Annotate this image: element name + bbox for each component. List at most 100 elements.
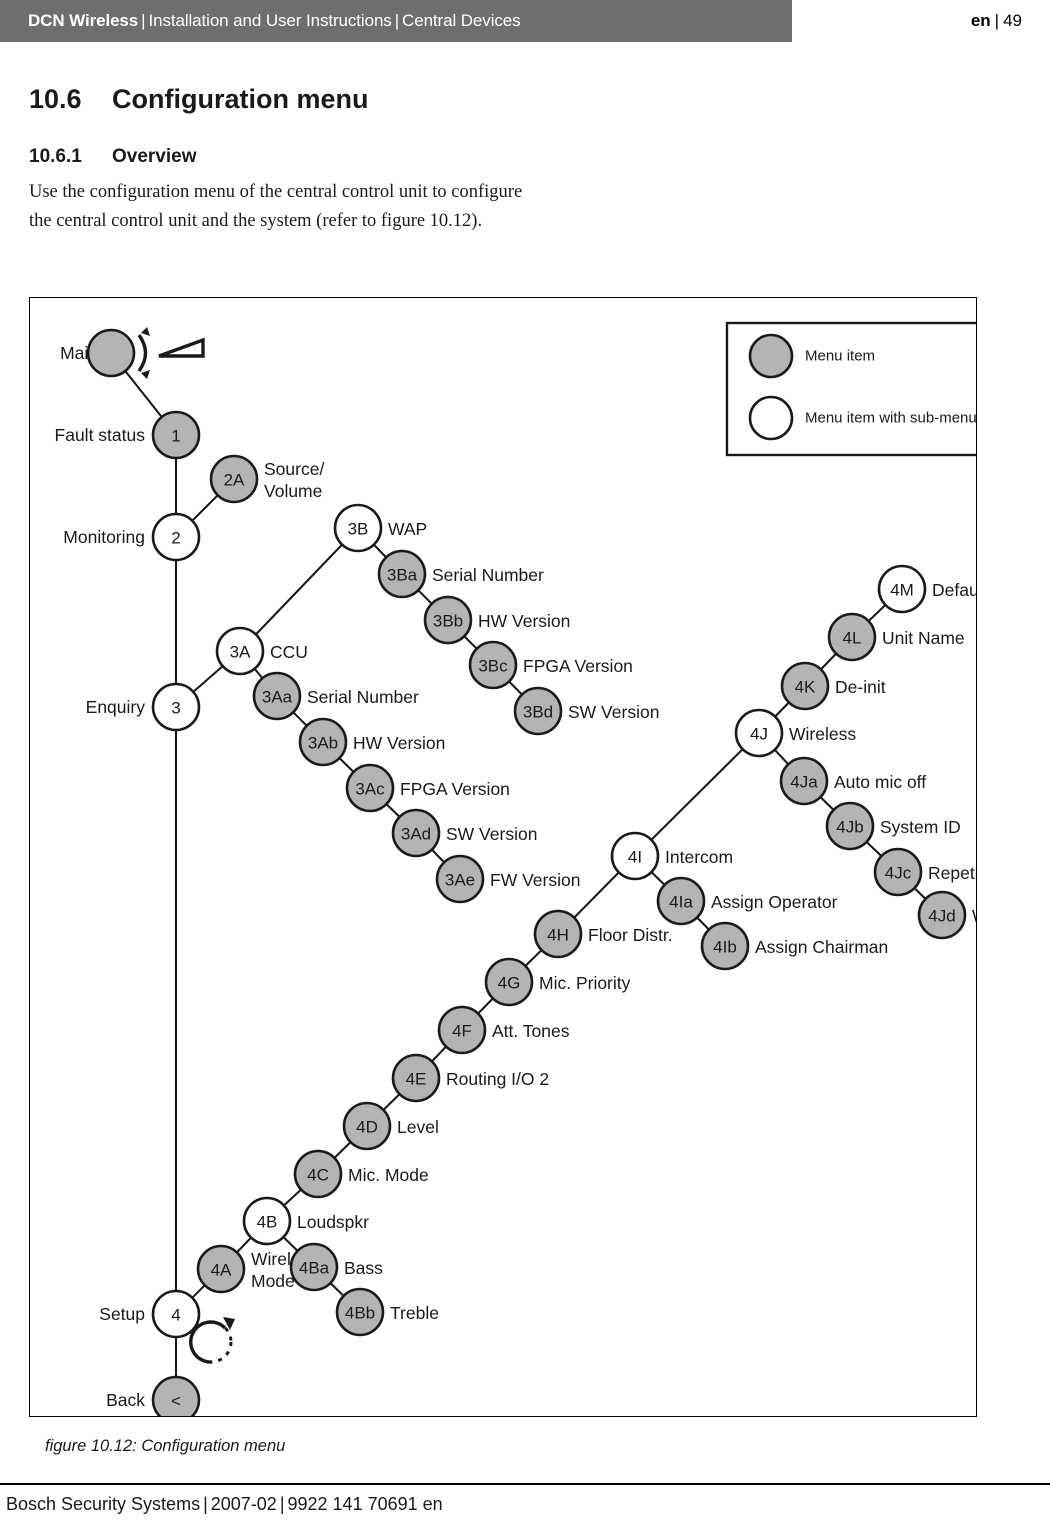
node-id-label: 4 xyxy=(171,1306,180,1325)
menu-node-2a[interactable]: 2A Source/Volume xyxy=(209,454,324,504)
menu-node-4m[interactable]: 4M Defaults xyxy=(877,564,976,614)
column-label-setup: Setup xyxy=(99,1304,145,1324)
header-doc-section: Central Devices xyxy=(402,11,521,30)
rotate-arrowhead-up-icon xyxy=(141,327,150,336)
menu-node-3bd[interactable]: 3Bd SW Version xyxy=(513,686,659,736)
menu-node-4e[interactable]: 4E Routing I/O 2 xyxy=(391,1053,549,1103)
menu-node-main[interactable] xyxy=(86,328,136,378)
node-id-label: 3Bb xyxy=(433,612,463,631)
legend-submenu-item-label: Menu item with sub-menu xyxy=(805,410,976,427)
node-id-label: 2A xyxy=(224,471,245,490)
node-text-label: Floor Distr. xyxy=(588,925,673,945)
column-label-enquiry: Enquiry xyxy=(86,697,146,717)
column-label-back: Back xyxy=(106,1390,145,1410)
node-id-label: 4Ja xyxy=(790,773,818,792)
menu-node-4jd[interactable]: 4Jd WAP xyxy=(917,890,976,940)
node-text-label: FPGA Version xyxy=(400,779,510,799)
node-id-label: 4L xyxy=(843,629,862,648)
menu-node-4jb[interactable]: 4Jb System ID xyxy=(825,801,961,851)
node-id-label: 3Bc xyxy=(478,657,508,676)
node-text-label: Auto mic off xyxy=(834,772,926,792)
menu-node-4l[interactable]: 4L Unit Name xyxy=(827,612,965,662)
menu-node-4h[interactable]: 4H Floor Distr. xyxy=(533,909,673,959)
menu-node-4j[interactable]: 4J Wireless xyxy=(734,708,856,758)
menu-node-4d[interactable]: 4D Level xyxy=(342,1101,439,1151)
node-id-label: 4C xyxy=(307,1166,329,1185)
section-title: Configuration menu xyxy=(112,84,369,114)
node-id-label: 4Jb xyxy=(836,818,863,837)
footer-separator-1: | xyxy=(203,1494,208,1514)
node-id-label: 4E xyxy=(406,1070,427,1089)
page-indicator: en | 49 xyxy=(971,11,1022,31)
menu-node-4ib[interactable]: 4Ib Assign Chairman xyxy=(700,921,888,971)
menu-node-3ae[interactable]: 3Ae FW Version xyxy=(435,854,580,904)
node-text-label: Serial Number xyxy=(307,687,419,707)
menu-node-3bb[interactable]: 3Bb HW Version xyxy=(423,595,570,645)
node-id-label: 4Jd xyxy=(928,907,955,926)
menu-node-1[interactable]: 1 xyxy=(151,410,201,460)
node-text-label: Routing I/O 2 xyxy=(446,1069,549,1089)
node-text-label: Loudspkr xyxy=(297,1212,369,1232)
node-text-label: Mic. Priority xyxy=(539,973,631,993)
menu-node-4g[interactable]: 4G Mic. Priority xyxy=(484,957,631,1007)
node-id-label: 4D xyxy=(356,1118,378,1137)
section-heading: 10.6 Configuration menu xyxy=(29,84,368,115)
menu-node-3ad[interactable]: 3Ad SW Version xyxy=(391,808,537,858)
menu-node-4b[interactable]: 4B Loudspkr xyxy=(242,1196,369,1246)
node-id-label: 3Ae xyxy=(445,871,475,890)
header-separator-1: | xyxy=(141,11,146,30)
node-id-label: 2 xyxy=(171,529,180,548)
diagram-nodes: 122ASource/Volume33A CCU3Aa Serial Number3… xyxy=(86,328,976,1416)
menu-node-4c[interactable]: 4C Mic. Mode xyxy=(293,1149,429,1199)
menu-node-3[interactable]: 3 xyxy=(151,682,201,732)
footer-separator-2: | xyxy=(279,1494,285,1514)
menu-node-3b[interactable]: 3B WAP xyxy=(333,503,427,553)
menu-node-4k[interactable]: 4K De-init xyxy=(780,661,886,711)
node-id-label: 4F xyxy=(452,1022,472,1041)
node-id-label: < xyxy=(171,1392,181,1411)
menu-node-4ja[interactable]: 4Ja Auto mic off xyxy=(779,756,926,806)
node-id-label: 3 xyxy=(171,699,180,718)
menu-node-2[interactable]: 2 xyxy=(151,512,201,562)
node-text-label: HW Version xyxy=(478,611,570,631)
node-id-label: 4B xyxy=(257,1213,278,1232)
menu-node-3bc[interactable]: 3Bc FPGA Version xyxy=(468,640,633,690)
node-id-label: 4Ia xyxy=(669,893,693,912)
menu-node-4jc[interactable]: 4Jc Repetition xyxy=(873,847,976,897)
node-id-label: 3Ab xyxy=(308,734,338,753)
node-text-label: De-init xyxy=(835,677,886,697)
menu-node-3ba[interactable]: 3Ba Serial Number xyxy=(377,549,544,599)
node-id-label: 4J xyxy=(750,725,768,744)
header-doc-title: Installation and User Instructions xyxy=(148,11,392,30)
menu-node-3a[interactable]: 3A CCU xyxy=(215,626,308,676)
node-id-label: 4I xyxy=(628,848,642,867)
menu-node-4[interactable]: 4 xyxy=(151,1289,201,1339)
menu-node-3ab[interactable]: 3Ab HW Version xyxy=(298,717,445,767)
node-text-label: Assign Operator xyxy=(711,892,838,912)
diagram-column-labels: MainFault statusMonitoringEnquirySetupBa… xyxy=(55,343,146,1410)
subsection-number: 10.6.1 xyxy=(29,146,82,167)
menu-node-4i[interactable]: 4I Intercom xyxy=(610,831,733,881)
node-text-label: SW Version xyxy=(446,824,537,844)
volume-wedge-icon xyxy=(158,337,205,358)
node-id-label: 4M xyxy=(890,581,914,600)
node-id-label: 3Ac xyxy=(355,780,385,799)
footer-company: Bosch Security Systems xyxy=(6,1494,201,1514)
menu-node-3aa[interactable]: 3Aa Serial Number xyxy=(252,671,419,721)
node-text-label: SW Version xyxy=(568,702,659,722)
figure-caption: figure 10.12: Configuration menu xyxy=(45,1437,286,1455)
menu-node-4f[interactable]: 4F Att. Tones xyxy=(437,1005,570,1055)
menu-node-4ia[interactable]: 4Ia Assign Operator xyxy=(656,876,838,926)
language-code: en xyxy=(970,11,991,30)
node-id-label: 4K xyxy=(795,678,816,697)
legend-menu-item-swatch xyxy=(748,333,794,379)
menu-node-4ba[interactable]: 4Ba Bass xyxy=(289,1242,383,1292)
node-text-label: Level xyxy=(397,1117,439,1137)
node-text-label: WAP xyxy=(972,906,976,926)
menu-node-<[interactable]: < xyxy=(151,1375,201,1416)
footer-imprint: Bosch Security Systems | 2007-02 | 9922 141 … xyxy=(6,1494,443,1515)
node-text-label: System ID xyxy=(880,817,961,837)
node-text-label: Att. Tones xyxy=(492,1021,570,1041)
menu-node-3ac[interactable]: 3Ac FPGA Version xyxy=(345,763,510,813)
menu-node-4bb[interactable]: 4Bb Treble xyxy=(335,1287,439,1337)
